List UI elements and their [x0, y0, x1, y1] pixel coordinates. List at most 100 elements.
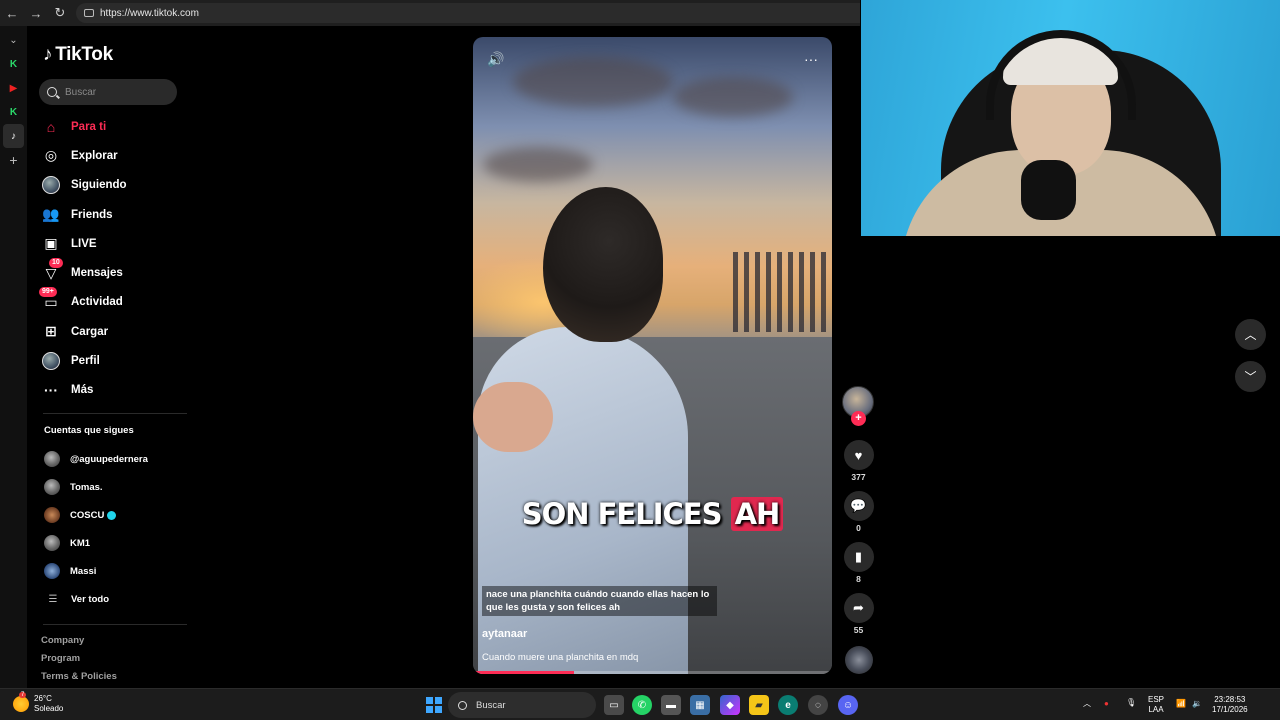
windows-start-icon[interactable]: [426, 697, 442, 713]
friends-icon: 👥: [42, 206, 60, 223]
nav-item-perfil[interactable]: Perfil: [41, 346, 191, 375]
video-player[interactable]: 🔊 ··· SON FELICES AH nace una planchita …: [473, 37, 832, 674]
following-item[interactable]: KM1: [44, 529, 194, 557]
account-avatar: [44, 563, 60, 579]
search-placeholder: Buscar: [65, 86, 97, 98]
see-all-button[interactable]: ☰ Ver todo: [45, 585, 194, 613]
search-input[interactable]: Buscar: [39, 79, 177, 105]
nav-label: Mensajes: [71, 267, 123, 280]
nav-item-live[interactable]: ▣ LIVE: [41, 229, 191, 258]
messages-badge: 10: [49, 258, 63, 269]
store-icon[interactable]: ▦: [690, 695, 710, 715]
logo-text: TikTok: [55, 44, 113, 65]
tab-youtube[interactable]: ▶: [0, 76, 27, 100]
nav-item-friends[interactable]: 👥 Friends: [41, 200, 191, 229]
following-item[interactable]: Massi: [44, 557, 194, 585]
task-view-icon[interactable]: ▭: [604, 695, 624, 715]
account-name: Massi: [70, 565, 97, 577]
copilot-icon[interactable]: ◆: [720, 695, 740, 715]
reload-icon[interactable]: ↻: [48, 0, 72, 26]
chevron-down-icon: ﹀: [1244, 370, 1257, 384]
account-name: KM1: [70, 537, 91, 549]
activity-icon: ▭ 99+: [39, 287, 61, 312]
edge-browser-icon[interactable]: e: [778, 695, 798, 715]
tray-app-icon[interactable]: ●: [1104, 699, 1109, 709]
nav-label: Siguiendo: [71, 179, 127, 192]
upload-icon: ⊞: [45, 323, 57, 340]
nav-label: Perfil: [71, 355, 100, 368]
following-avatar-icon: [41, 175, 61, 195]
share-count: 55: [853, 625, 864, 635]
microphone-icon[interactable]: 🎙: [1126, 698, 1136, 708]
nav-item-actividad[interactable]: ▭ 99+ Actividad: [39, 287, 191, 317]
footer-link-company[interactable]: Company: [41, 635, 117, 653]
volume-icon[interactable]: 🔉: [1192, 699, 1202, 709]
tiktok-logo[interactable]: ♪ TikTok: [43, 44, 113, 66]
heart-icon: ♥: [854, 447, 863, 463]
music-disc-icon[interactable]: [844, 646, 873, 674]
whatsapp-icon[interactable]: ✆: [632, 695, 652, 715]
site-info-icon[interactable]: [84, 9, 94, 17]
video-progress-bar[interactable]: [473, 671, 832, 674]
save-button[interactable]: ▮: [843, 542, 874, 572]
nav-label: Friends: [71, 208, 113, 221]
next-video-button[interactable]: ﹀: [1235, 361, 1266, 392]
search-icon: [47, 87, 57, 97]
app-icon-2[interactable]: ◌: [808, 695, 828, 715]
tab-kick-2[interactable]: K: [0, 100, 27, 124]
video-scene-hand: [473, 382, 553, 452]
following-item[interactable]: @aguupedernera: [44, 445, 194, 473]
nav-label: Más: [71, 384, 94, 397]
discord-icon[interactable]: ☺: [838, 695, 858, 715]
creator-avatar[interactable]: +: [842, 386, 874, 426]
nav-item-siguiendo[interactable]: Siguiendo: [41, 171, 191, 200]
account-name: Tomas.: [70, 481, 103, 493]
forward-arrow-icon[interactable]: →: [24, 0, 48, 26]
caption-plain: SON FELICES: [521, 497, 723, 531]
more-options-icon[interactable]: ···: [804, 51, 818, 67]
comment-button[interactable]: 💬: [843, 491, 874, 521]
share-button[interactable]: ➦: [843, 593, 874, 623]
taskbar-search[interactable]: Buscar: [448, 692, 596, 718]
back-arrow-icon[interactable]: ←: [0, 0, 24, 26]
follow-button[interactable]: +: [851, 411, 866, 426]
bookmark-icon: ▮: [854, 549, 863, 564]
app-icon[interactable]: ▬: [661, 695, 681, 715]
address-bar[interactable]: https://www.tiktok.com: [76, 3, 860, 23]
nav-item-explorar[interactable]: ◎ Explorar: [41, 141, 191, 170]
like-button[interactable]: ♥: [843, 440, 874, 470]
nav-item-mensajes[interactable]: ▽ 10 Mensajes: [41, 258, 191, 287]
video-description: Cuando muere una planchita en mdq: [482, 652, 639, 663]
main-nav: ⌂ Para ti ◎ Explorar Siguiendo 👥 Friends…: [39, 112, 191, 405]
clock[interactable]: 23:28:53 17/1/2026: [1212, 695, 1248, 715]
chevron-up-icon: ︿: [1244, 328, 1257, 342]
list-icon: ☰: [48, 593, 58, 605]
nav-item-para-ti[interactable]: ⌂ Para ti: [41, 112, 191, 141]
video-author[interactable]: aytanaar: [482, 628, 527, 640]
previous-video-button[interactable]: ︿: [1235, 319, 1266, 350]
account-name: COSCU: [70, 509, 105, 521]
nav-item-mas[interactable]: ··· Más: [41, 376, 191, 405]
like-count: 377: [851, 472, 866, 482]
tray-overflow-chevron-icon[interactable]: ︿: [1083, 699, 1091, 709]
following-item[interactable]: COSCU: [44, 501, 194, 529]
language-indicator[interactable]: ESP LAA: [1148, 695, 1164, 715]
chevron-down-icon[interactable]: ⌄: [0, 28, 27, 52]
language-secondary: LAA: [1148, 705, 1164, 714]
file-explorer-icon[interactable]: ▰: [749, 695, 769, 715]
footer-link-terms[interactable]: Terms & Policies: [41, 671, 117, 689]
footer-link-program[interactable]: Program: [41, 653, 117, 671]
tab-tiktok[interactable]: ♪: [3, 124, 24, 148]
sun-weather-icon: 7: [13, 692, 29, 712]
home-icon: ⌂: [46, 118, 56, 135]
video-scene-person-head: [543, 187, 663, 342]
following-item[interactable]: Tomas.: [44, 473, 194, 501]
weather-widget[interactable]: 7 26°C Soleado: [13, 692, 63, 714]
wifi-icon[interactable]: 📶: [1176, 699, 1186, 709]
video-progress-fill: [473, 671, 574, 674]
volume-icon[interactable]: 🔊: [487, 51, 504, 68]
vertical-tab-rail: ⌄ K ▶ K ♪ +: [0, 26, 27, 688]
nav-item-cargar[interactable]: ⊞ Cargar: [41, 317, 191, 346]
new-tab-plus-icon[interactable]: +: [0, 148, 27, 172]
tab-kick[interactable]: K: [0, 52, 27, 76]
